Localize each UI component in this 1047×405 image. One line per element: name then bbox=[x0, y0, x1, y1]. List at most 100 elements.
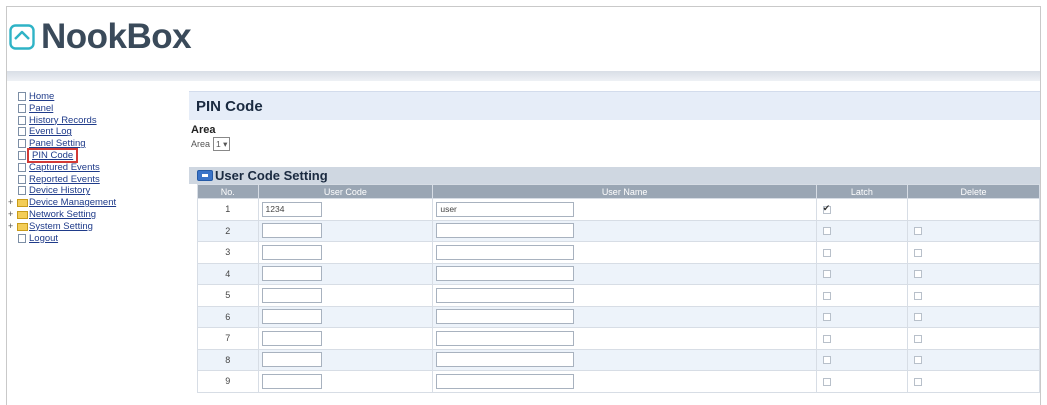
nookbox-logo-icon bbox=[9, 24, 35, 50]
user-code-input[interactable]: 1234 bbox=[261, 201, 322, 217]
area-row: Area 1 ▾ bbox=[191, 137, 1040, 151]
user-code-input[interactable] bbox=[261, 373, 322, 389]
table-row: 8 bbox=[197, 348, 1040, 371]
sidebar-item-box: History Records bbox=[29, 115, 97, 126]
sidebar-item-label[interactable]: History Records bbox=[29, 115, 97, 126]
user-code-input[interactable] bbox=[261, 352, 322, 368]
expand-icon[interactable]: + bbox=[8, 209, 13, 221]
user-name-cell bbox=[432, 370, 817, 393]
sidebar-item-label[interactable]: Panel bbox=[29, 103, 53, 114]
latch-checkbox[interactable] bbox=[822, 227, 831, 236]
brand-header: NookBox bbox=[7, 7, 1040, 71]
page-icon bbox=[18, 139, 26, 149]
delete-checkbox[interactable] bbox=[914, 291, 923, 300]
sidebar-nav: Home Panel History Records Event Log Panel S… bbox=[8, 91, 185, 245]
latch-checkbox[interactable] bbox=[822, 291, 831, 300]
sidebar-item-box: Event Log bbox=[29, 126, 72, 137]
delete-cell bbox=[907, 370, 1040, 393]
sidebar-item[interactable]: Reported Events bbox=[15, 174, 185, 186]
user-name-input[interactable] bbox=[436, 352, 575, 368]
latch-checkbox[interactable] bbox=[822, 313, 831, 322]
user-name-input[interactable] bbox=[436, 373, 575, 389]
main-content: PIN Code Area Area 1 ▾ User Code Setting… bbox=[189, 91, 1040, 393]
latch-cell bbox=[815, 219, 909, 242]
latch-checkbox[interactable] bbox=[822, 203, 831, 214]
row-number: 4 bbox=[197, 262, 259, 285]
latch-checkbox[interactable] bbox=[822, 377, 831, 386]
sidebar-item[interactable]: Captured Events bbox=[15, 162, 185, 174]
user-name-input[interactable] bbox=[436, 266, 575, 282]
user-code-input[interactable] bbox=[261, 330, 322, 346]
sidebar-item[interactable]: Event Log bbox=[15, 126, 185, 138]
delete-cell bbox=[907, 327, 1040, 350]
expand-icon[interactable]: + bbox=[8, 197, 13, 209]
latch-cell bbox=[815, 241, 909, 264]
page-icon bbox=[18, 127, 26, 137]
sidebar-item-label[interactable]: Reported Events bbox=[29, 174, 100, 185]
sidebar-item[interactable]: + System Setting bbox=[8, 221, 185, 233]
page-icon bbox=[18, 233, 26, 243]
delete-checkbox[interactable] bbox=[914, 270, 923, 279]
sidebar-item-label[interactable]: Home bbox=[29, 91, 54, 102]
delete-checkbox[interactable] bbox=[914, 334, 923, 343]
latch-checkbox[interactable] bbox=[822, 356, 831, 365]
collapse-icon[interactable] bbox=[197, 170, 213, 181]
sidebar-item[interactable]: History Records bbox=[15, 115, 185, 127]
user-code-input[interactable] bbox=[261, 244, 322, 260]
latch-checkbox[interactable] bbox=[822, 270, 831, 279]
sidebar-item-box: Device Management bbox=[29, 197, 116, 208]
sidebar-item[interactable]: + Device Management bbox=[8, 197, 185, 209]
sidebar-item-label[interactable]: Device Management bbox=[29, 197, 116, 208]
expand-icon[interactable]: + bbox=[8, 221, 13, 233]
sidebar-item-box: Home bbox=[29, 91, 54, 102]
sidebar-item[interactable]: Device History bbox=[15, 185, 185, 197]
user-name-input[interactable] bbox=[436, 244, 575, 260]
user-name-cell bbox=[432, 219, 817, 242]
sidebar-item-label[interactable]: System Setting bbox=[29, 221, 93, 232]
row-number: 7 bbox=[197, 327, 259, 350]
latch-cell bbox=[815, 198, 909, 221]
col-user-name: User Name bbox=[432, 184, 817, 199]
user-name-input[interactable] bbox=[436, 330, 575, 346]
user-code-input[interactable] bbox=[261, 287, 322, 303]
sidebar-item[interactable]: Logout bbox=[15, 233, 185, 245]
user-name-input[interactable] bbox=[436, 287, 575, 303]
delete-checkbox[interactable] bbox=[914, 377, 923, 386]
sidebar-item[interactable]: PIN Code bbox=[15, 147, 185, 163]
user-name-input[interactable] bbox=[436, 309, 575, 325]
sidebar-item-box: PIN Code bbox=[27, 147, 79, 163]
section-header[interactable]: User Code Setting bbox=[189, 167, 1040, 184]
user-name-input[interactable] bbox=[436, 223, 575, 239]
sidebar-item[interactable]: + Network Setting bbox=[8, 209, 185, 221]
delete-cell bbox=[907, 305, 1040, 328]
user-code-cell bbox=[257, 262, 434, 285]
delete-checkbox[interactable] bbox=[914, 248, 923, 257]
sidebar-item-label[interactable]: Network Setting bbox=[29, 209, 96, 220]
delete-checkbox[interactable] bbox=[914, 227, 923, 236]
sidebar-item-label[interactable]: Logout bbox=[29, 233, 58, 244]
sidebar-item-label[interactable]: PIN Code bbox=[32, 150, 73, 161]
user-code-input[interactable] bbox=[261, 266, 322, 282]
delete-checkbox[interactable] bbox=[914, 313, 923, 322]
logo: NookBox bbox=[9, 17, 192, 57]
sidebar-item[interactable]: Home bbox=[15, 91, 185, 103]
area-select[interactable]: 1 ▾ bbox=[213, 137, 231, 151]
row-number: 6 bbox=[197, 305, 259, 328]
delete-checkbox[interactable] bbox=[914, 356, 923, 365]
sidebar-item-label[interactable]: Device History bbox=[29, 185, 90, 196]
row-number: 2 bbox=[197, 219, 259, 242]
user-code-input[interactable] bbox=[261, 223, 322, 239]
user-code-input[interactable] bbox=[261, 309, 322, 325]
user-name-cell bbox=[432, 262, 817, 285]
page-icon bbox=[18, 103, 26, 113]
user-name-input[interactable]: user bbox=[436, 201, 575, 217]
latch-checkbox[interactable] bbox=[822, 334, 831, 343]
sidebar-item-label[interactable]: Captured Events bbox=[29, 162, 100, 173]
sidebar-item-label[interactable]: Event Log bbox=[29, 126, 72, 137]
user-name-cell bbox=[432, 241, 817, 264]
latch-checkbox[interactable] bbox=[822, 248, 831, 257]
delete-cell bbox=[907, 219, 1040, 242]
sidebar-item[interactable]: Panel bbox=[15, 103, 185, 115]
page-icon bbox=[18, 115, 26, 125]
col-latch: Latch bbox=[815, 184, 909, 199]
